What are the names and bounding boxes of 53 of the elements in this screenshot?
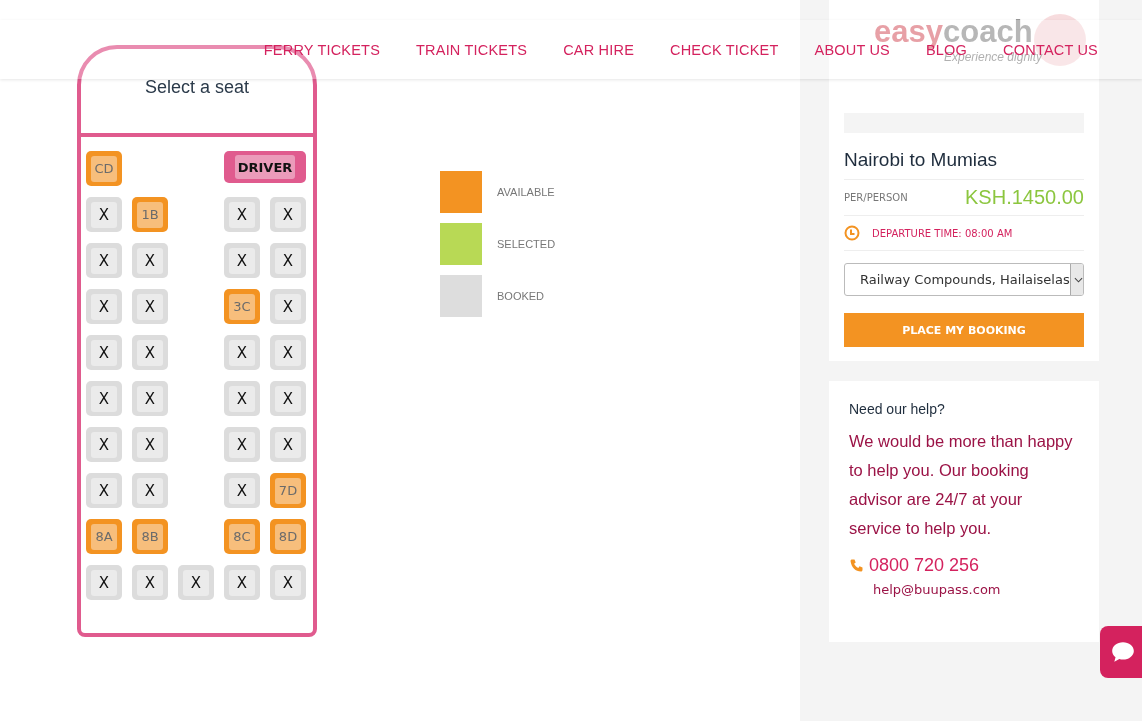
chat-button[interactable]	[1100, 626, 1142, 678]
seat[interactable]: X	[270, 427, 306, 462]
seat[interactable]: X	[86, 473, 122, 508]
pickup-dropdown[interactable]: Railway Compounds, Hailaiselas	[844, 263, 1084, 296]
clock-icon	[844, 225, 860, 241]
seat[interactable]: X	[224, 335, 260, 370]
driver-seat: DRIVER	[224, 151, 306, 183]
help-text: We would be more than happy to help you. Our booking advisor are 24/7 at your service to help you.	[849, 431, 1074, 539]
seat[interactable]: X	[132, 243, 168, 278]
seat[interactable]: X	[270, 289, 306, 324]
seat[interactable]: X	[86, 243, 122, 278]
seat[interactable]: X	[132, 335, 168, 370]
seat[interactable]: X	[224, 197, 260, 232]
phone-number: 0800 720 256	[869, 555, 980, 576]
seat-map-title: Select a seat	[144, 77, 250, 99]
seat[interactable]: X	[224, 381, 260, 416]
seat[interactable]: X	[86, 335, 122, 370]
help-title: Need our help?	[849, 401, 946, 417]
seat[interactable]: X	[132, 381, 168, 416]
seat[interactable]: X	[270, 335, 306, 370]
nav-link[interactable]: CHECK TICKET	[670, 41, 779, 58]
seat[interactable]: X	[270, 197, 306, 232]
seat[interactable]: X	[132, 473, 168, 508]
seat[interactable]: X	[86, 197, 122, 232]
seat[interactable]: X	[86, 427, 122, 462]
seat[interactable]: X	[270, 243, 306, 278]
route-title: Nairobi to Mumias	[844, 149, 1084, 180]
phone-icon	[849, 557, 865, 574]
departure-time: DEPARTURE TIME: 08:00 AM	[872, 227, 1013, 239]
email-link[interactable]: help@buupass.com	[873, 582, 1001, 597]
legend-label: AVAILABLE	[497, 186, 555, 198]
seat[interactable]: X	[86, 381, 122, 416]
legend-label: BOOKED	[497, 290, 545, 302]
nav-link[interactable]: CAR HIRE	[563, 41, 635, 58]
seat[interactable]: X	[224, 427, 260, 462]
seat[interactable]: X	[224, 565, 260, 600]
chat-bubble-icon	[1110, 639, 1136, 665]
nav-link[interactable]: TRAIN TICKETS	[416, 41, 528, 58]
seat[interactable]: X	[132, 427, 168, 462]
nav-link[interactable]: FERRY TICKETS	[263, 41, 381, 58]
seat[interactable]: X	[270, 381, 306, 416]
seat[interactable]: X	[86, 565, 122, 600]
seat[interactable]: X	[132, 565, 168, 600]
seat[interactable]: X	[86, 289, 122, 324]
chevron-down-icon	[1074, 276, 1083, 283]
price: KSH.1450.00	[965, 186, 1084, 209]
seat[interactable]: X	[132, 289, 168, 324]
seat[interactable]: X	[270, 565, 306, 600]
price-label: PER/PERSON	[844, 192, 908, 203]
seat[interactable]: X	[224, 243, 260, 278]
legend-label: SELECTED	[497, 238, 556, 250]
seat[interactable]: X	[178, 565, 214, 600]
seat[interactable]: X	[224, 473, 260, 508]
